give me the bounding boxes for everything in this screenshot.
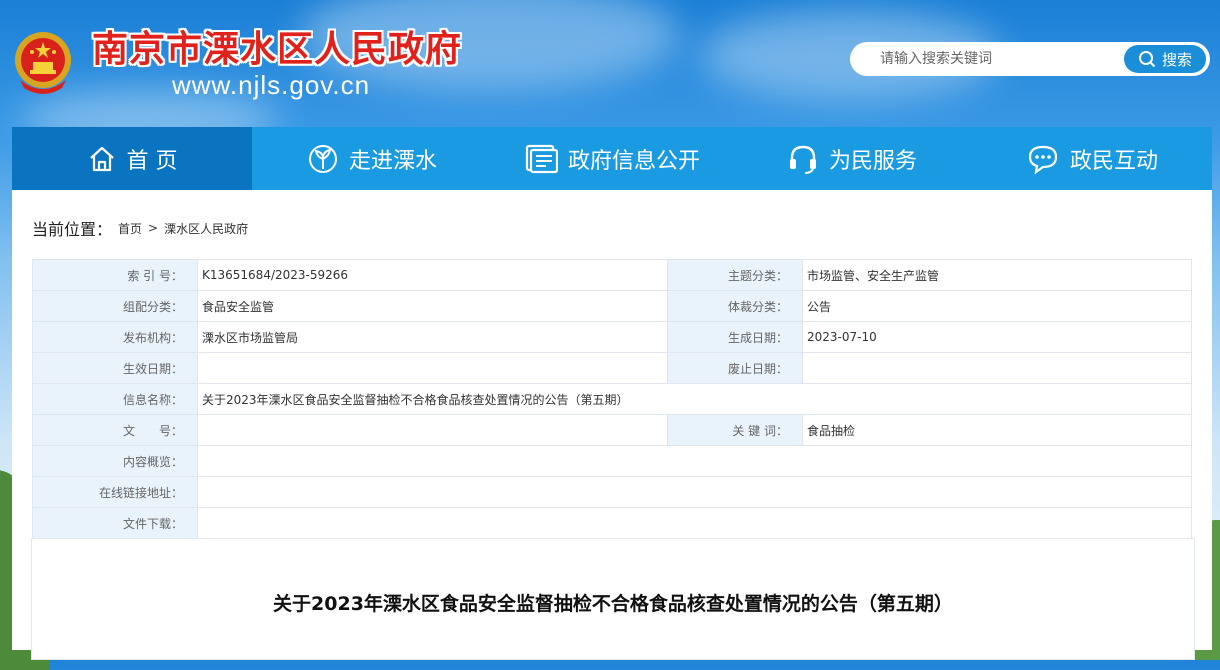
doc-no-label: 文 号： — [32, 414, 198, 446]
breadcrumb-label: 当前位置： — [32, 220, 113, 239]
download-label: 文件下载： — [32, 507, 198, 539]
info-meta-table: 索 引 号： K13651684/2023-59266 主题分类： 市场监管、安… — [32, 259, 1192, 539]
search-button-label: 搜索 — [1161, 50, 1192, 69]
breadcrumb: 当前位置： 首页 > 溧水区人民政府 — [32, 216, 248, 240]
search-box: 搜索 — [850, 42, 1210, 76]
category-label: 组配分类： — [32, 290, 198, 322]
nav-item-services[interactable]: 为民服务 — [732, 127, 972, 190]
article-container: 关于2023年溧水区食品安全监督抽检不合格食品核查处置情况的公告（第五期） — [31, 538, 1195, 660]
nav-item-label: 走进溧水 — [348, 148, 437, 174]
table-row: 文 号： 关 键 词： 食品抽检 — [32, 414, 1192, 446]
summary-value — [197, 445, 1192, 477]
headset-icon — [789, 145, 816, 174]
table-row: 文件下载： — [32, 507, 1192, 539]
breadcrumb-item-gov[interactable]: 溧水区人民政府 — [164, 220, 248, 237]
nav-item-gov-info[interactable]: 政府信息公开 — [492, 127, 732, 190]
home-icon — [89, 146, 114, 171]
doc-no-value — [197, 414, 668, 446]
info-name-label: 信息名称： — [32, 383, 198, 415]
document-icon — [525, 144, 558, 173]
chat-icon — [1028, 145, 1058, 174]
publisher-label: 发布机构： — [32, 321, 198, 353]
download-value[interactable] — [197, 507, 1192, 539]
content-panel: 当前位置： 首页 > 溧水区人民政府 索 引 号： K13651684/2023… — [12, 190, 1212, 660]
nav-item-home[interactable]: 首 页 — [12, 127, 252, 190]
abolished-value — [802, 352, 1192, 384]
effective-label: 生效日期： — [32, 352, 198, 384]
table-row: 生效日期： 废止日期： — [32, 352, 1192, 384]
search-button[interactable]: 搜索 — [1124, 45, 1206, 73]
category-value: 食品安全监管 — [197, 290, 668, 322]
created-label: 生成日期： — [667, 321, 803, 353]
genre-value: 公告 — [802, 290, 1192, 322]
table-row: 信息名称： 关于2023年溧水区食品安全监督抽检不合格食品核查处置情况的公告（第… — [32, 383, 1192, 415]
nav-item-label: 为民服务 — [828, 148, 917, 174]
online-link-label: 在线链接地址： — [32, 476, 198, 508]
created-value: 2023-07-10 — [802, 321, 1192, 353]
table-row: 发布机构： 溧水区市场监管局 生成日期： 2023-07-10 — [32, 321, 1192, 353]
article-title: 关于2023年溧水区食品安全监督抽检不合格食品核查处置情况的公告（第五期） — [273, 593, 953, 615]
site-url[interactable]: www.njls.gov.cn — [172, 70, 370, 100]
info-name-value: 关于2023年溧水区食品安全监督抽检不合格食品核查处置情况的公告（第五期） — [197, 383, 1192, 415]
nav-item-label: 首 页 — [126, 148, 178, 174]
main-nav: 首 页 走进溧水 政府信息公开 为民服务 政民互动 — [12, 127, 1212, 190]
table-row: 在线链接地址： — [32, 476, 1192, 508]
index-no-label: 索 引 号： — [32, 259, 198, 291]
breadcrumb-item-home[interactable]: 首页 — [118, 220, 142, 237]
keywords-label: 关 键 词： — [667, 414, 803, 446]
breadcrumb-separator: > — [148, 221, 159, 235]
publisher-value: 溧水区市场监管局 — [197, 321, 668, 353]
leaf-icon — [308, 144, 337, 173]
search-input[interactable] — [870, 42, 1130, 76]
keywords-value: 食品抽检 — [802, 414, 1192, 446]
topic-label: 主题分类： — [667, 259, 803, 291]
nav-item-interaction[interactable]: 政民互动 — [972, 127, 1212, 190]
genre-label: 体裁分类： — [667, 290, 803, 322]
nav-item-label: 政民互动 — [1069, 148, 1158, 174]
online-link-value[interactable] — [197, 476, 1192, 508]
national-emblem-icon — [15, 32, 71, 94]
nav-item-about[interactable]: 走进溧水 — [252, 127, 492, 190]
site-title[interactable]: 南京市溧水区人民政府 — [92, 28, 462, 72]
nav-item-label: 政府信息公开 — [567, 148, 700, 174]
abolished-label: 废止日期： — [667, 352, 803, 384]
effective-value — [197, 352, 668, 384]
summary-label: 内容概览： — [32, 445, 198, 477]
table-row: 组配分类： 食品安全监管 体裁分类： 公告 — [32, 290, 1192, 322]
topic-value: 市场监管、安全生产监管 — [802, 259, 1192, 291]
table-row: 索 引 号： K13651684/2023-59266 主题分类： 市场监管、安… — [32, 259, 1192, 291]
site-header: 南京市溧水区人民政府 www.njls.gov.cn 搜索 — [0, 0, 1220, 127]
table-row: 内容概览： — [32, 445, 1192, 477]
search-icon — [1138, 51, 1156, 68]
index-no-value: K13651684/2023-59266 — [197, 259, 668, 291]
